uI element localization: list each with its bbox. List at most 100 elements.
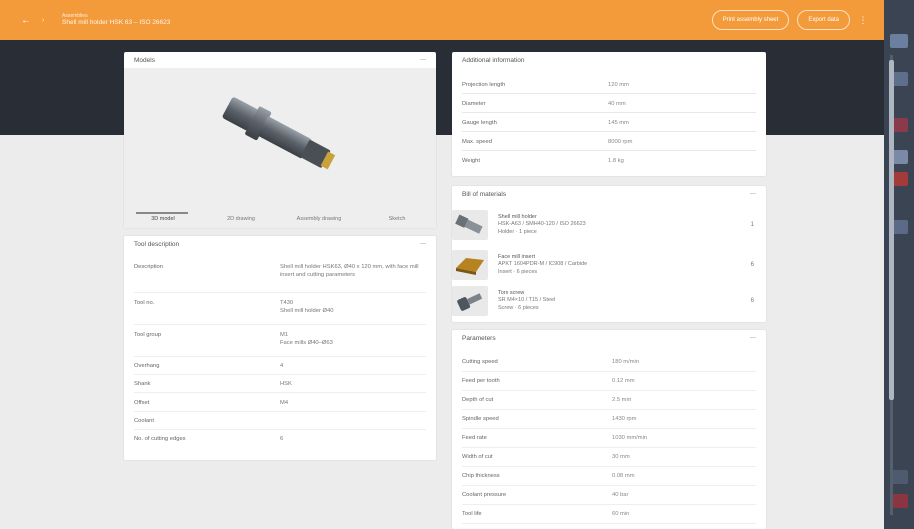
info-row: Weight 1.8 kg <box>462 152 756 170</box>
bom-item-qty: 1 <box>750 222 754 228</box>
kv-key: No. of cutting edges <box>134 436 186 442</box>
parameter-row: Spindle speed 1430 rpm <box>462 409 756 429</box>
collapse-icon[interactable]: — <box>420 241 426 247</box>
print-assembly-sheet-button[interactable]: Print assembly sheet <box>711 10 790 30</box>
additional-info-title: Additional information <box>462 56 525 64</box>
info-value: 120 mm <box>608 81 629 88</box>
page-title: Shell mill holder HSK 63 – ISO 26623 <box>62 19 171 27</box>
tab-sketch[interactable]: Sketch <box>358 216 436 228</box>
screw-thumbnail <box>452 286 488 316</box>
kv-key: Tool no. <box>134 300 155 306</box>
parameters-header[interactable]: Parameters — <box>452 330 766 346</box>
parameter-key: Tool life <box>462 510 482 517</box>
bom-item[interactable]: Torx screw SR M4×10 / T15 / Steel Screw … <box>452 282 766 320</box>
screw-image <box>457 293 483 311</box>
models-title: Models <box>134 56 155 64</box>
collapse-icon[interactable]: — <box>420 57 426 63</box>
info-key: Projection length <box>462 81 506 88</box>
kv-row: No. of cutting edges 6 <box>134 436 426 444</box>
bom-item-qty: 6 <box>750 298 754 304</box>
kv-key: Offset <box>134 400 150 406</box>
additional-info-card: Additional information Projection length… <box>452 52 766 176</box>
tab-3d-model[interactable]: 3D model <box>124 212 202 228</box>
parameter-value: 0.12 mm <box>612 377 635 384</box>
kv-value: T430 Shell mill holder Ø40 <box>280 300 334 314</box>
parameter-key: Cutting speed <box>462 358 498 365</box>
collapse-icon[interactable]: — <box>750 335 756 341</box>
kv-key: Shank <box>134 381 151 387</box>
parameter-key: Width of cut <box>462 453 493 460</box>
models-header[interactable]: Models — <box>124 52 436 68</box>
kv-value: M1 Face mills Ø40–Ø63 <box>280 332 333 346</box>
parameter-value: 30 mm <box>612 453 630 460</box>
tab-assembly-drawing[interactable]: Assembly drawing <box>280 216 358 228</box>
scrollbar-thumb[interactable] <box>889 60 894 400</box>
bom-item-text: Face mill insert APKT 1604PDR-M / IC908 … <box>498 254 587 275</box>
arrow-left-icon: ← <box>21 14 31 26</box>
parameter-row: Depth of cut 2.5 mm <box>462 390 756 410</box>
tool-description-title: Tool description <box>134 240 180 248</box>
info-row: Diameter 40 mm <box>462 95 756 113</box>
bom-item[interactable]: Face mill insert APKT 1604PDR-M / IC908 … <box>452 246 766 284</box>
kv-key: Tool group <box>134 332 162 338</box>
bom-item[interactable]: Shell mill holder HSK-A63 / SMH40-120 / … <box>452 206 766 244</box>
dock-icon-1[interactable] <box>890 34 908 48</box>
back-button[interactable]: ← <box>18 12 34 28</box>
parameter-value: 2.5 mm <box>612 396 632 403</box>
additional-info-header[interactable]: Additional information <box>452 52 766 68</box>
bom-item-meta: Insert · 6 pieces <box>498 268 538 275</box>
kv-value: 6 <box>280 436 284 442</box>
parameter-key: Feed per tooth <box>462 377 500 384</box>
bom-item-spec: APKT 1604PDR-M / IC908 / Carbide <box>498 261 588 268</box>
divider <box>134 356 426 357</box>
holder-thumbnail <box>452 210 488 240</box>
export-data-button[interactable]: Export data <box>797 10 850 30</box>
info-value: 145 mm <box>608 119 629 126</box>
info-value: 8000 rpm <box>608 138 633 145</box>
info-row: Projection length 120 mm <box>462 76 756 94</box>
kebab-icon[interactable]: ⋮ <box>858 15 868 26</box>
holder-image <box>455 214 483 234</box>
parameter-row: Tool life 60 min <box>462 504 756 524</box>
bom-header[interactable]: Bill of materials — <box>452 186 766 202</box>
kv-row: Tool no. T430 Shell mill holder Ø40 <box>134 300 426 316</box>
parameter-row: Chip thickness 0.08 mm <box>462 466 756 486</box>
parameter-value: 180 m/min <box>612 358 640 365</box>
bom-title: Bill of materials <box>462 190 507 198</box>
kv-row: Tool group M1 Face mills Ø40–Ø63 <box>134 332 426 348</box>
divider <box>134 429 426 430</box>
parameter-value: 40 bar <box>612 491 629 498</box>
parameter-row: Feed rate 1030 mm/min <box>462 428 756 448</box>
bom-item-name: Face mill insert <box>498 254 535 261</box>
divider <box>134 392 426 393</box>
3d-model-viewer[interactable] <box>124 68 436 216</box>
tool-description-header[interactable]: Tool description — <box>124 236 436 252</box>
kv-value <box>280 418 426 424</box>
kv-row: Offset M4 <box>134 400 426 408</box>
info-key: Diameter <box>462 100 486 107</box>
info-value: 1.8 kg <box>608 158 624 164</box>
info-key: Max. speed <box>462 138 492 145</box>
kv-key: Coolant <box>134 418 154 424</box>
info-key: Weight <box>462 158 480 164</box>
divider <box>134 411 426 412</box>
parameter-value: 60 min <box>612 510 630 517</box>
kv-row: Shank HSK <box>134 381 426 389</box>
tab-2d-drawing[interactable]: 2D drawing <box>202 216 280 228</box>
parameter-value: 0.08 mm <box>612 472 635 479</box>
parameter-key: Spindle speed <box>462 415 499 422</box>
models-card: Models — 3D model 2D drawing Assembly dr… <box>124 52 436 228</box>
top-bar: ← › Assemblies Shell mill holder HSK 63 … <box>0 0 884 40</box>
divider <box>134 374 426 375</box>
insert-image <box>456 258 484 275</box>
bom-item-spec: SR M4×10 / T15 / Steel <box>498 297 556 304</box>
topbar-actions: Print assembly sheet Export data ⋮ <box>711 10 868 30</box>
page-title-group: Assemblies Shell mill holder HSK 63 – IS… <box>62 13 170 27</box>
collapse-icon[interactable]: — <box>750 191 756 197</box>
parameter-row: Cutting speed 180 m/min <box>462 352 756 372</box>
parameter-key: Depth of cut <box>462 396 494 403</box>
bill-of-materials-card: Bill of materials — Shell mill holder HS… <box>452 186 766 322</box>
tool-description-card: Tool description — Description Shell mil… <box>124 236 436 460</box>
kv-key: Overhang <box>134 363 160 369</box>
parameter-row: Feed per tooth 0.12 mm <box>462 371 756 391</box>
